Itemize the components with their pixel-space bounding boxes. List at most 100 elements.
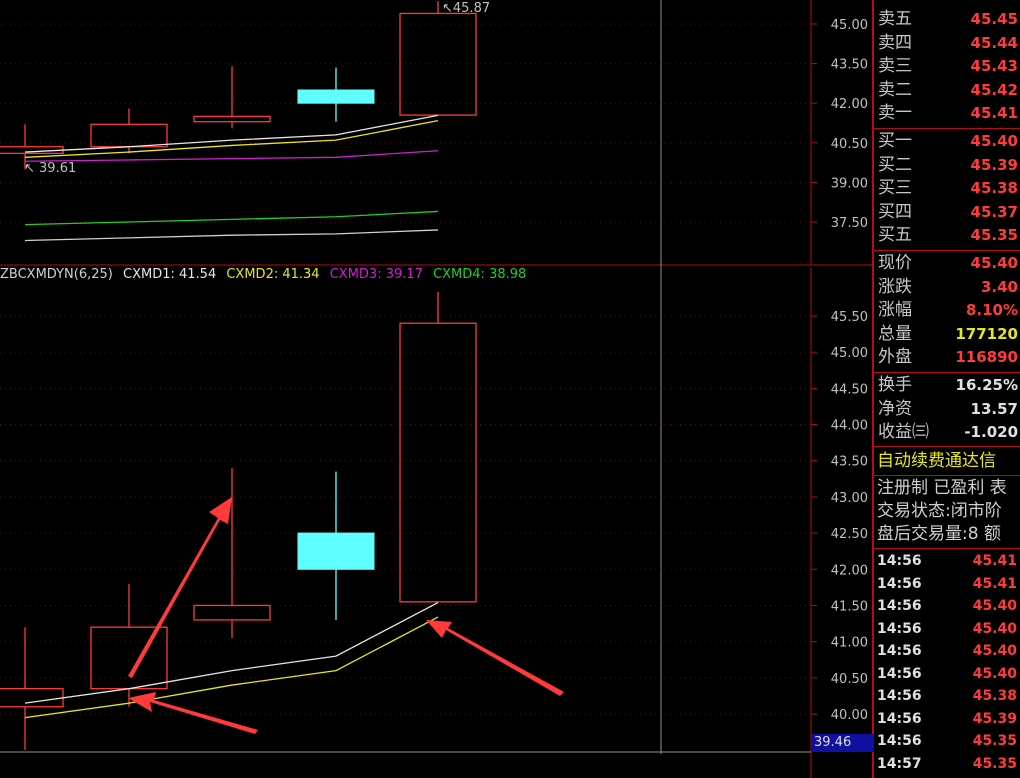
lower-axis-tick-label: 44.50 <box>831 382 868 397</box>
stat-2: 涨幅 8.10% <box>874 299 1020 322</box>
tick-time: 14:56 <box>877 643 922 659</box>
promo-banner[interactable]: 自动续费通达信 <box>877 450 996 473</box>
sell-level-3-value: 45.43 <box>970 57 1018 75</box>
buy-level-3-label: 买三 <box>878 178 912 198</box>
tick-row: 14:56 45.40 <box>874 618 1020 641</box>
buy-level-2: 买二 45.39 <box>874 154 1020 177</box>
stat-0-label: 现价 <box>878 253 912 273</box>
buy-level-2-value: 45.39 <box>970 155 1018 174</box>
lower-axis-tick-label: 43.00 <box>831 491 868 506</box>
panel-separator <box>874 250 1020 251</box>
candle-body <box>0 688 64 708</box>
stat2-1-value: 13.57 <box>970 399 1018 418</box>
tick-row: 14:56 45.41 <box>874 550 1020 573</box>
cxmd2-label: CXMD2: 41.34 <box>226 267 320 282</box>
stat-1-label: 涨跌 <box>878 276 912 297</box>
lower-axis-tick-label: 40.50 <box>831 672 868 687</box>
candle-body <box>297 89 375 104</box>
sell-level-5-value: 45.45 <box>970 10 1018 28</box>
tick-time: 14:56 <box>877 553 922 569</box>
low-price-label: ↖ 39.61 <box>24 161 76 176</box>
register-info: 注册制 已盈利 表 <box>877 478 1007 498</box>
indicator-name: ZBCXMDYN(6,25) <box>0 267 113 282</box>
stat2-0-value: 16.25% <box>955 376 1018 394</box>
stat-0-value: 45.40 <box>970 254 1018 272</box>
lower-axis-tick-label: 43.50 <box>831 455 868 470</box>
sell-level-5: 卖五 45.45 <box>874 8 1020 31</box>
lower-axis-tick-label: 45.50 <box>831 310 868 325</box>
stat2-0: 换手 16.25% <box>874 374 1020 397</box>
sell-level-1-value: 45.41 <box>970 104 1018 122</box>
sell-level-3-label: 卖三 <box>878 56 912 76</box>
cursor-price-label: 39.46 <box>812 734 874 752</box>
panel-separator <box>874 128 1020 129</box>
upper-axis-tick-label: 39.00 <box>831 176 868 191</box>
candle-body <box>297 532 375 570</box>
stat-4-value: 116890 <box>955 348 1018 366</box>
tick-time: 14:56 <box>877 710 922 727</box>
buy-level-1-value: 45.40 <box>970 132 1018 150</box>
tick-time: 14:57 <box>877 755 922 772</box>
lower-axis-tick-label: 42.00 <box>831 563 868 578</box>
stat-2-value: 8.10% <box>965 301 1018 319</box>
sell-level-5-label: 卖五 <box>878 9 912 29</box>
upper-axis-tick-label: 45.00 <box>831 18 868 33</box>
candle-body <box>399 322 477 603</box>
tick-price: 45.40 <box>972 620 1017 637</box>
sell-level-2: 卖二 45.42 <box>874 79 1020 102</box>
cxmd3-label: CXMD3: 39.17 <box>329 267 423 282</box>
stat2-0-label: 换手 <box>878 375 912 395</box>
quote-row-cut <box>874 0 1020 7</box>
series-line-cxmd4 <box>24 210 439 226</box>
high-price-label: ↖45.87 <box>442 1 490 16</box>
upper-axis-tick-label: 43.50 <box>831 58 868 73</box>
buy-level-5: 买五 45.35 <box>874 224 1020 247</box>
series-line-cxmd1 <box>24 601 439 704</box>
stat-4-label: 外盘 <box>878 347 912 367</box>
stat-1: 涨跌 3.40 <box>874 276 1020 299</box>
upper-axis-tick-label: 37.50 <box>831 216 868 231</box>
candle-body <box>399 12 477 116</box>
tick-row: 14:56 45.41 <box>874 573 1020 596</box>
sell-level-4-label: 卖四 <box>878 32 912 53</box>
lower-axis-tick-label: 41.50 <box>831 599 868 614</box>
sell-level-4-value: 45.44 <box>970 33 1018 52</box>
tick-time: 14:56 <box>877 575 922 592</box>
lower-axis-tick-label: 42.50 <box>831 527 868 542</box>
buy-level-4: 买四 45.37 <box>874 201 1020 224</box>
series-line-cxmd1 <box>24 114 439 153</box>
stat-3-label: 总量 <box>878 323 912 344</box>
panel-separator <box>874 475 1020 476</box>
tick-price: 45.40 <box>972 598 1017 614</box>
lower-axis-tick-label: 40.00 <box>831 708 868 723</box>
tick-price: 45.39 <box>972 710 1017 727</box>
series-line-cxmd3 <box>24 150 439 162</box>
tick-price: 45.40 <box>972 665 1017 682</box>
lower-axis-tick-label: 44.00 <box>831 419 868 434</box>
panel-separator <box>874 372 1020 373</box>
candlestick-chart-area[interactable]: 45.00 43.50 42.00 40.50 39.00 37.50 45.50 45.00… <box>0 0 874 778</box>
sell-level-2-label: 卖二 <box>878 79 912 100</box>
buy-level-4-value: 45.37 <box>970 202 1018 221</box>
cxmd4-label: CXMD4: 38.98 <box>433 267 527 282</box>
sell-level-1: 卖一 45.41 <box>874 102 1020 125</box>
annotation-arrow-left-upper <box>426 620 564 696</box>
sell-level-4: 卖四 45.44 <box>874 32 1020 55</box>
candle-body <box>90 626 168 690</box>
buy-level-5-label: 买五 <box>878 225 912 245</box>
tick-time: 14:56 <box>877 620 922 637</box>
stat-3: 总量 177120 <box>874 323 1020 346</box>
cxmd1-label: CXMD1: 41.54 <box>123 267 217 282</box>
panel-separator <box>874 548 1020 549</box>
tick-row: 14:56 45.40 <box>874 640 1020 663</box>
trade-status: 交易状态:闭市阶 <box>877 501 1002 521</box>
buy-level-3-value: 45.38 <box>970 179 1018 197</box>
sell-level-3: 卖三 45.43 <box>874 55 1020 78</box>
quote-panel: 卖五 45.45 卖四 45.44 卖三 45.43 卖二 45.42 卖一 45.41 买一 45.… <box>874 0 1020 778</box>
tick-row: 14:56 45.40 <box>874 595 1020 618</box>
tick-row: 14:56 45.38 <box>874 685 1020 708</box>
tick-row: 14:56 45.39 <box>874 708 1020 731</box>
series-line-base <box>24 229 439 242</box>
lower-axis-tick-label: 41.00 <box>831 636 868 651</box>
tick-price: 45.35 <box>972 733 1017 749</box>
